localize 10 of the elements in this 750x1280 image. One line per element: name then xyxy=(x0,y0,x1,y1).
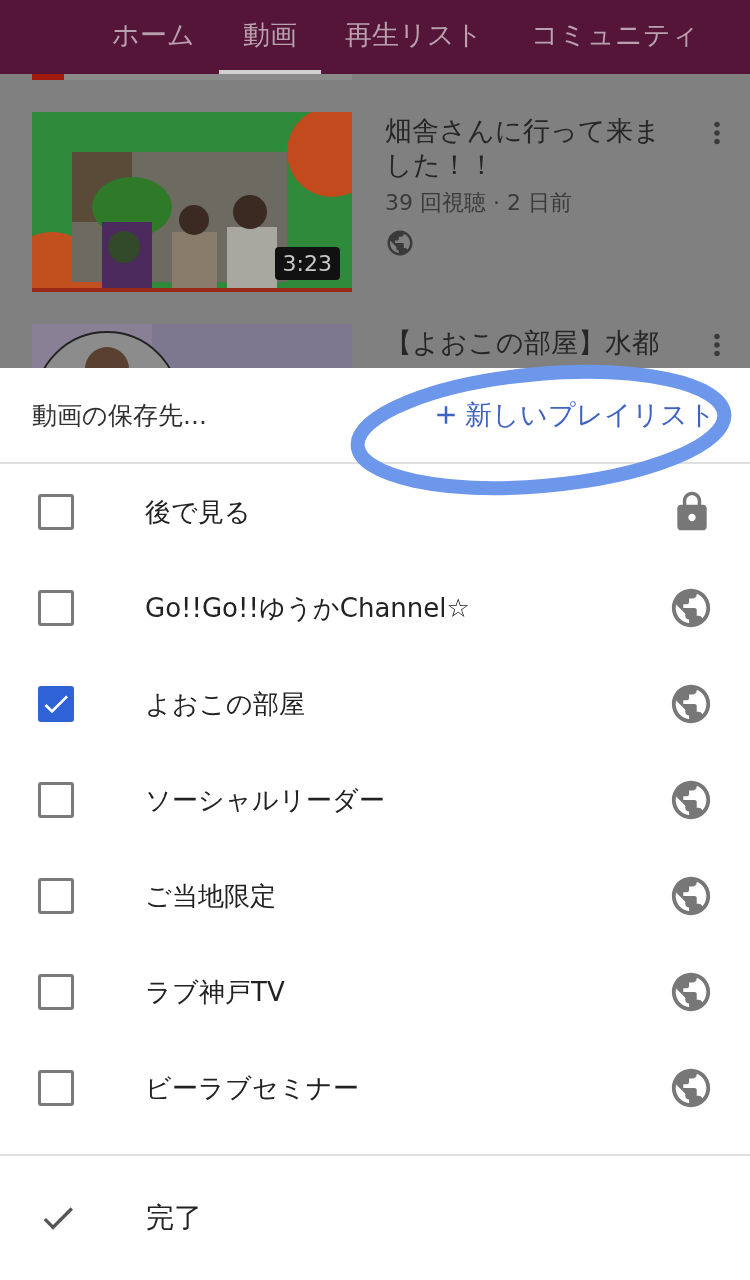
duration-badge: 3:23 xyxy=(274,247,340,280)
playlist-name: ご当地限定 xyxy=(145,879,276,913)
playlist-name: よおこの部屋 xyxy=(145,687,305,721)
playlist-name: ビーラブセミナー xyxy=(145,1071,359,1105)
sheet-title: 動画の保存先... xyxy=(32,399,207,432)
playlist-name: ソーシャルリーダー xyxy=(145,783,385,817)
playlist-name: Go!!Go!!ゆうかChannel☆ xyxy=(145,591,470,625)
playlist-name: ラブ神戸TV xyxy=(145,975,285,1009)
video-meta: 39 回視聴 · 2 日前 xyxy=(385,189,573,217)
playlist-name: 後で見る xyxy=(145,495,251,529)
